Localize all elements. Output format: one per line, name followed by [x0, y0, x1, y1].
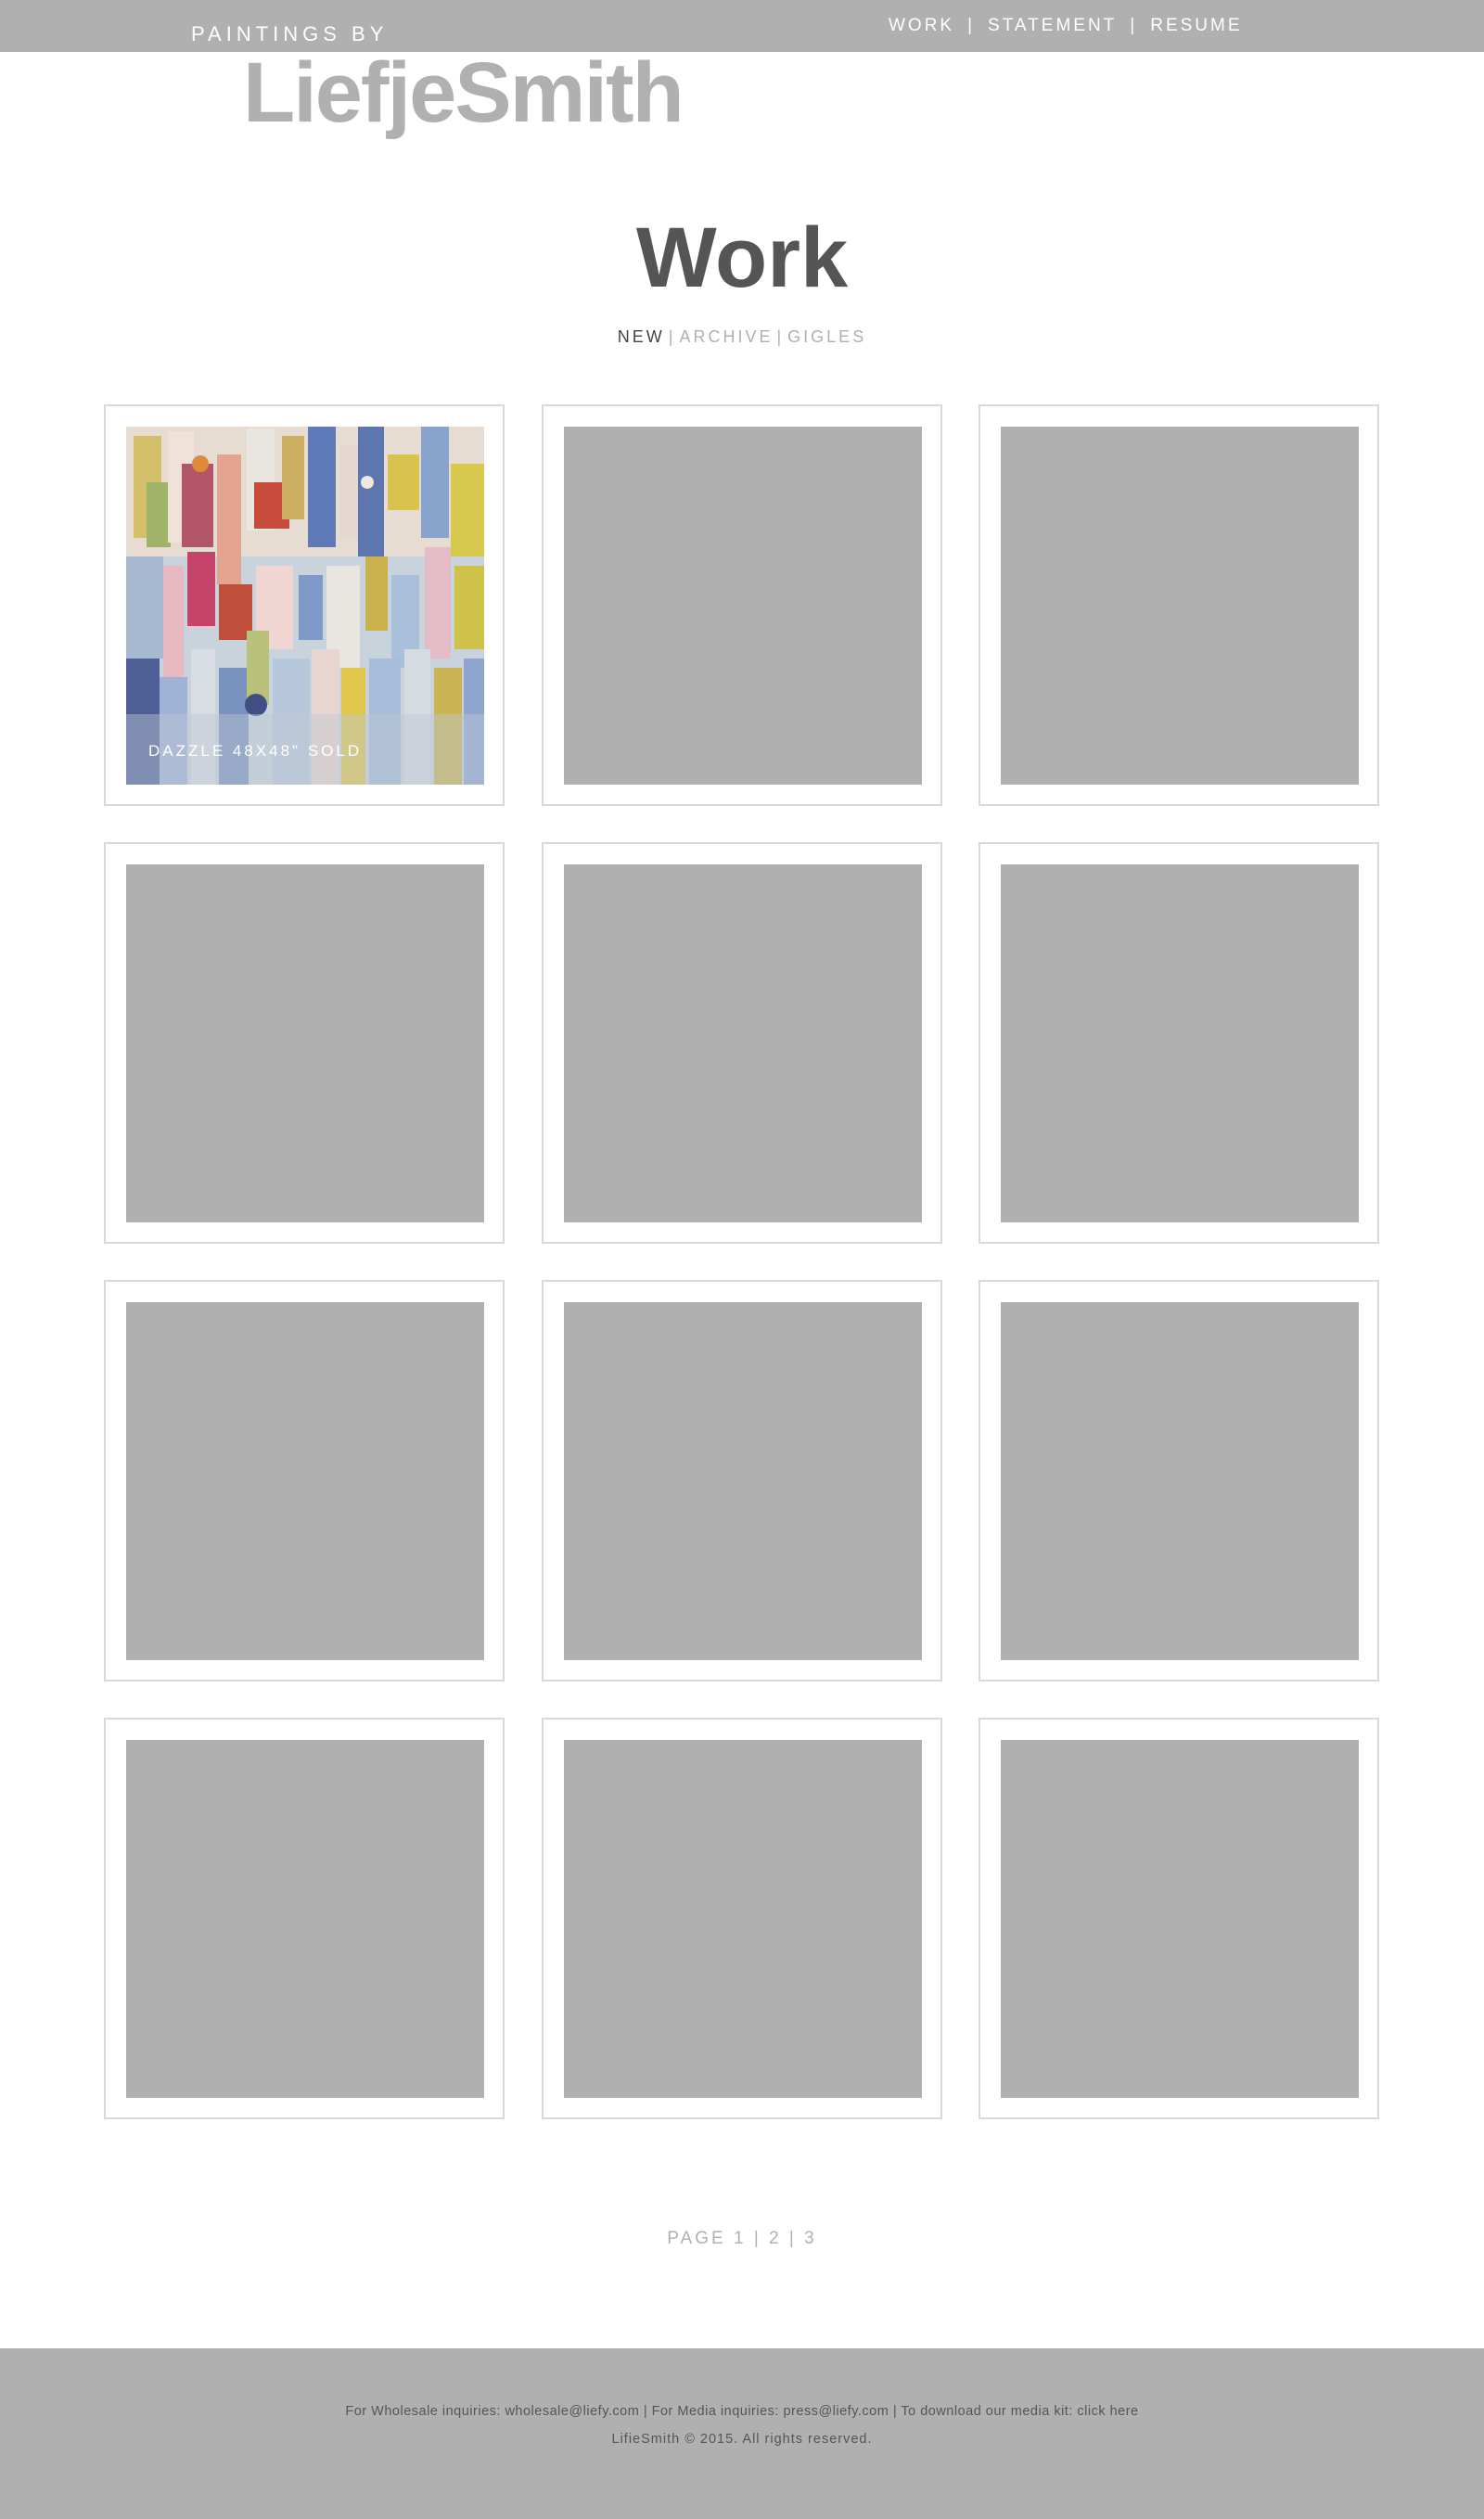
- filter-archive-link[interactable]: ARCHIVE: [679, 327, 773, 346]
- artwork-placeholder[interactable]: [1001, 427, 1359, 785]
- pagination-separator: |: [788, 2229, 797, 2248]
- page-title: Work: [635, 211, 849, 305]
- nav-work-link[interactable]: WORK: [889, 16, 954, 35]
- wholesale-label: For Wholesale inquiries:: [345, 2404, 505, 2419]
- gallery-card[interactable]: DAZZLE 48X48" SOLD: [104, 404, 505, 806]
- artwork-placeholder[interactable]: [564, 1740, 922, 2098]
- tagline: PAINTINGS BY: [191, 22, 389, 45]
- artwork-placeholder[interactable]: [564, 864, 922, 1222]
- filter-separator: |: [776, 327, 785, 346]
- nav-resume-link[interactable]: RESUME: [1150, 16, 1242, 35]
- filter-separator: |: [668, 327, 676, 346]
- gallery-card[interactable]: [979, 1718, 1379, 2119]
- gallery-card[interactable]: [542, 842, 942, 1244]
- artwork-placeholder[interactable]: [564, 1302, 922, 1660]
- nav-separator: |: [967, 16, 976, 35]
- artwork-placeholder[interactable]: [1001, 1302, 1359, 1660]
- pagination-separator: |: [753, 2229, 761, 2248]
- pagination-label: PAGE: [667, 2229, 726, 2248]
- category-filters: NEW | ARCHIVE | GIGLES: [0, 327, 1484, 347]
- pagination: PAGE 1 | 2 | 3: [0, 2229, 1484, 2249]
- main-nav: WORK | STATEMENT | RESUME: [889, 16, 1243, 36]
- artwork-placeholder[interactable]: [1001, 1740, 1359, 2098]
- gallery-card[interactable]: [542, 1280, 942, 1681]
- gallery-card[interactable]: [104, 1718, 505, 2119]
- brand-logo[interactable]: LiefjeSmith: [243, 45, 684, 143]
- artwork-placeholder[interactable]: [126, 1740, 484, 2098]
- gallery-card[interactable]: [104, 1280, 505, 1681]
- gallery-card[interactable]: [979, 842, 1379, 1244]
- copyright: LifieSmith © 2015. All rights reserved.: [611, 2432, 873, 2447]
- gallery-card[interactable]: [542, 404, 942, 806]
- artwork-placeholder[interactable]: [126, 864, 484, 1222]
- nav-separator: |: [1130, 16, 1138, 35]
- filter-new-link[interactable]: NEW: [618, 327, 665, 346]
- wholesale-email-link[interactable]: wholesale@liefy.com: [505, 2404, 639, 2419]
- footer: For Wholesale inquiries: wholesale@liefy…: [0, 2348, 1484, 2519]
- gallery-card[interactable]: [979, 404, 1379, 806]
- gallery-card[interactable]: [979, 1280, 1379, 1681]
- page-3-link[interactable]: 3: [804, 2229, 817, 2248]
- footer-contact-line: For Wholesale inquiries: wholesale@liefy…: [0, 2404, 1484, 2419]
- press-email-link[interactable]: press@liefy.com: [783, 2404, 889, 2419]
- media-label: | For Media inquiries:: [639, 2404, 784, 2419]
- top-bar: PAINTINGS BY WORK | STATEMENT | RESUME: [0, 0, 1484, 52]
- nav-statement-link[interactable]: STATEMENT: [988, 16, 1117, 35]
- artwork-caption: DAZZLE 48X48" SOLD: [148, 742, 363, 760]
- artwork-thumbnail[interactable]: DAZZLE 48X48" SOLD: [126, 427, 484, 785]
- artwork-placeholder[interactable]: [1001, 864, 1359, 1222]
- gallery-card[interactable]: [104, 842, 505, 1244]
- artwork-placeholder[interactable]: [564, 427, 922, 785]
- media-kit-link[interactable]: click here: [1077, 2404, 1138, 2419]
- filter-gigles-link[interactable]: GIGLES: [787, 327, 866, 346]
- media-kit-label: | To download our media kit:: [889, 2404, 1078, 2419]
- gallery-card[interactable]: [542, 1718, 942, 2119]
- page-2-link[interactable]: 2: [769, 2229, 782, 2248]
- artwork-placeholder[interactable]: [126, 1302, 484, 1660]
- page-1-link[interactable]: 1: [734, 2229, 747, 2248]
